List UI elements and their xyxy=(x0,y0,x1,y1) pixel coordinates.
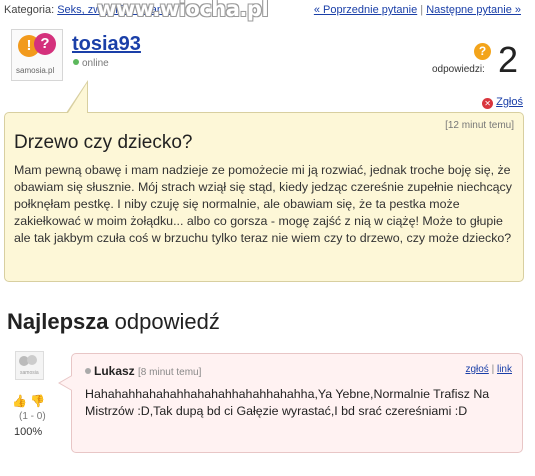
question-body: Mam pewną obawę i mam nadzieje ze pomoże… xyxy=(14,163,512,245)
question-bubble-icon: ? xyxy=(474,43,491,60)
asker-avatar[interactable]: ! ? samosia.pl xyxy=(11,29,63,81)
answerer-avatar[interactable]: samosia xyxy=(15,351,44,380)
speech-arrow-inner xyxy=(68,83,87,113)
close-circle-icon: ✕ xyxy=(482,98,494,109)
question-title: Drzewo czy dziecko? xyxy=(14,132,193,153)
question-nav: « Poprzednie pytanie | Następne pytanie … xyxy=(314,4,521,16)
vote-count: (1 - 0) xyxy=(19,411,46,422)
answer-links: zgłoś | link xyxy=(465,364,512,375)
category-label: Kategoria: xyxy=(4,4,55,16)
prev-question-link[interactable]: « Poprzednie pytanie xyxy=(314,4,417,16)
asker-username[interactable]: tosia93 xyxy=(72,33,141,56)
vote-percent: 100% xyxy=(14,426,43,438)
a3: samosia xyxy=(20,370,39,376)
best-answer-heading-rest: odpowiedź xyxy=(114,309,220,334)
answers-count: 2 xyxy=(498,39,519,80)
answer-header: Lukasz [8 minut temu] xyxy=(85,364,201,378)
answers-label: odpowiedzi: xyxy=(432,64,485,75)
answer-permalink[interactable]: link xyxy=(497,364,512,375)
best-answer-heading-bold: Najlepsza xyxy=(7,309,109,334)
online-status-label: online xyxy=(82,58,109,69)
question-time: [12 minut temu] xyxy=(445,120,514,131)
answer-speech-arrow-inner xyxy=(60,376,72,390)
answer-links-separator: | xyxy=(491,364,495,375)
logo-bubble-icon: ? xyxy=(34,33,56,55)
answer-time: [8 minut temu] xyxy=(138,367,202,378)
answer-box: Lukasz [8 minut temu] zgłoś | link Hahah… xyxy=(71,353,523,453)
thumb-down-icon[interactable]: 👎 xyxy=(30,394,45,408)
thumb-up-icon[interactable]: 👍 xyxy=(12,394,27,408)
status-dot-icon xyxy=(85,368,91,374)
nav-separator: | xyxy=(420,4,424,16)
status-dot-icon xyxy=(73,59,79,65)
online-status: online xyxy=(73,58,109,69)
a2 xyxy=(27,355,37,365)
report-link[interactable]: Zgłoś xyxy=(496,96,523,108)
report-question[interactable]: ✕ Zgłoś xyxy=(482,96,523,109)
watermark: www.wiocha.pl xyxy=(97,0,269,21)
question-box: [12 minut temu] Drzewo czy dziecko? Mam … xyxy=(4,112,524,282)
next-question-link[interactable]: Następne pytanie » xyxy=(426,4,521,16)
answer-username: Lukasz xyxy=(94,364,135,378)
answer-report-link[interactable]: zgłoś xyxy=(465,364,488,375)
best-answer-heading: Najlepsza odpowiedź xyxy=(7,309,220,335)
answer-body: Hahahahhahahahhahahahhahahhahahha,Ya Yeb… xyxy=(85,387,490,418)
avatar-brand: samosia.pl xyxy=(16,66,55,75)
